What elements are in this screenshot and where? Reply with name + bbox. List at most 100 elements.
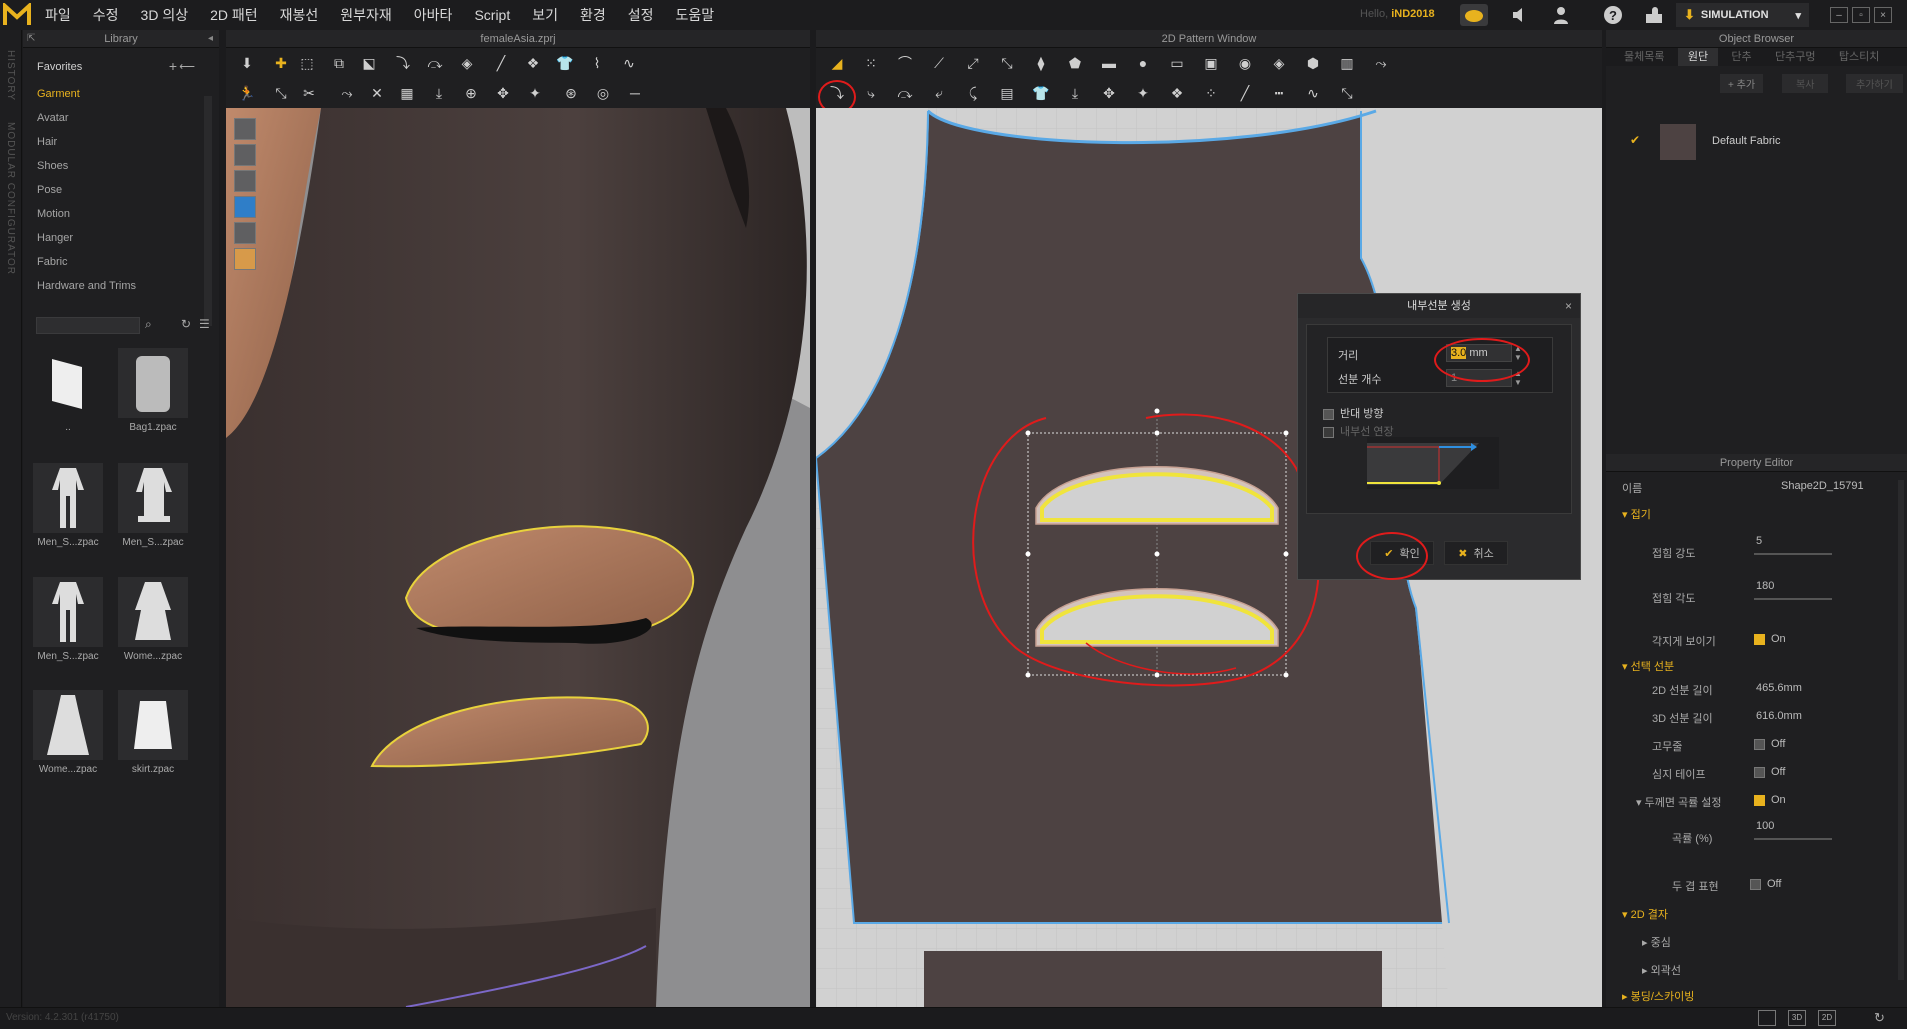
outline-row[interactable]: ▸ 외곽선 — [1606, 962, 1907, 984]
thumbnail-women-2[interactable]: Wome...zpac — [28, 690, 108, 775]
line-tool-icon[interactable]: ╱ — [490, 52, 512, 74]
dart-icon[interactable]: ◈ — [1268, 52, 1290, 74]
tab-buttonhole[interactable]: 단추구멍 — [1765, 48, 1825, 66]
view-front-icon[interactable] — [234, 118, 256, 140]
tape-checkbox[interactable]: Off — [1754, 766, 1785, 778]
edit-sewing-icon[interactable]: ⤼ — [894, 82, 916, 104]
collapse-left-icon[interactable]: ◂ — [208, 33, 213, 44]
app-logo[interactable] — [0, 0, 34, 30]
copy-fabric-button[interactable]: 복사 — [1782, 74, 1829, 93]
trace-icon[interactable]: ⬢ — [1302, 52, 1324, 74]
segment-sew-icon[interactable]: ⤵ — [392, 52, 414, 74]
select-mesh-icon[interactable]: ⬇ — [236, 52, 258, 74]
fabric-list-item[interactable]: ✔ Default Fabric — [1620, 122, 1892, 164]
free-sew-icon[interactable]: ⤼ — [424, 52, 446, 74]
library-item-motion[interactable]: Motion — [23, 202, 203, 226]
menu-sewing[interactable]: 재봉선 — [269, 5, 330, 25]
tab-button[interactable]: 단추 — [1721, 48, 1761, 66]
3d-view-icon[interactable]: 3D — [1788, 1010, 1806, 1026]
edit-curvature-icon[interactable]: ⟋ — [928, 52, 950, 74]
move-tool-icon[interactable]: ✚ — [270, 52, 292, 74]
menu-view[interactable]: 보기 — [521, 5, 569, 25]
close-button[interactable]: × — [1874, 7, 1892, 23]
thumbnail-parent-folder[interactable]: .. — [28, 348, 108, 433]
internal-circle-icon[interactable]: ◉ — [1234, 52, 1256, 74]
library-item-hanger[interactable]: Hanger — [23, 226, 203, 250]
user-icon[interactable] — [1547, 4, 1575, 26]
view-back-icon[interactable] — [234, 144, 256, 166]
circle-button-icon[interactable]: ⊛ — [560, 82, 582, 104]
transform-icon[interactable]: ⧉ — [328, 52, 350, 74]
menu-3d-garment[interactable]: 3D 의상 — [130, 5, 200, 25]
steam-icon[interactable]: ▦ — [396, 82, 418, 104]
library-item-hardware-trims[interactable]: Hardware and Trims — [23, 274, 203, 298]
dashed-line-icon[interactable]: ┅ — [1268, 82, 1290, 104]
wave-line-icon[interactable]: ∿ — [1302, 82, 1324, 104]
split-view-icon[interactable] — [1758, 1010, 1776, 1026]
x-icon[interactable]: ✕ — [366, 82, 388, 104]
menu-materials[interactable]: 원부자재 — [329, 5, 403, 25]
library-item-hair[interactable]: Hair — [23, 130, 203, 154]
reverse-direction-checkbox[interactable]: 반대 방향 — [1323, 405, 1384, 421]
puckering-icon[interactable]: ❖ — [522, 52, 544, 74]
tape-measure-icon[interactable]: ─ — [624, 82, 646, 104]
maximize-button[interactable]: ▫ — [1852, 7, 1870, 23]
topstitch-icon[interactable]: ⁘ — [1200, 82, 1222, 104]
circle-icon[interactable]: ● — [1132, 52, 1154, 74]
graphic-icon[interactable]: ❖ — [1166, 82, 1188, 104]
thumbnail-men-1[interactable]: Men_S...zpac — [28, 463, 108, 548]
internal-polygon-icon[interactable]: ▭ — [1166, 52, 1188, 74]
tack-icon[interactable]: ◈ — [456, 52, 478, 74]
seam-curve-icon[interactable]: ∿ — [618, 52, 640, 74]
zipper-icon[interactable]: ⤓ — [428, 82, 450, 104]
avatar-display-icon[interactable] — [234, 170, 256, 192]
pin-tool-icon[interactable]: ⬕ — [358, 52, 380, 74]
menu-script[interactable]: Script — [463, 7, 521, 23]
2d-view-icon[interactable]: 2D — [1818, 1010, 1836, 1026]
thumbnail-men-3[interactable]: Men_S...zpac — [28, 577, 108, 662]
menu-2d-pattern[interactable]: 2D 패턴 — [199, 5, 269, 25]
thumbnail-men-2[interactable]: Men_S...zpac — [113, 463, 193, 548]
cancel-button[interactable]: ✖ 취소 — [1444, 541, 1508, 565]
section-selected-line[interactable]: ▾ 선택 선분 — [1622, 658, 1674, 674]
fold-strength-slider[interactable] — [1754, 553, 1832, 555]
history-tab[interactable]: HISTORY — [5, 50, 16, 101]
tab-topstitch[interactable]: 탑스티치 — [1829, 48, 1889, 66]
avatar-pose-icon[interactable]: 🏃 — [236, 82, 258, 104]
section-grain[interactable]: ▾ 2D 결자 — [1622, 906, 1668, 922]
fold-angle-slider[interactable] — [1754, 598, 1832, 600]
library-item-shoes[interactable]: Shoes — [23, 154, 203, 178]
double-render-checkbox[interactable]: Off — [1750, 878, 1781, 890]
edit-pattern-icon[interactable]: ◢ — [826, 52, 848, 74]
internal-rect-icon[interactable]: ▣ — [1200, 52, 1222, 74]
library-item-pose[interactable]: Pose — [23, 178, 203, 202]
m-n-sewing-icon[interactable]: ⤶ — [928, 82, 950, 104]
3d-viewport[interactable] — [226, 108, 810, 1007]
buttonhole-icon[interactable]: ✥ — [492, 82, 514, 104]
search-icon[interactable]: ⌕ — [145, 317, 152, 332]
curvature-slider[interactable] — [1754, 838, 1832, 840]
menu-help[interactable]: 도움말 — [665, 5, 726, 25]
modular-configurator-tab[interactable]: MODULAR CONFIGURATOR — [5, 122, 16, 275]
center-row[interactable]: ▸ 중심 — [1606, 934, 1907, 956]
thumbnail-skirt[interactable]: skirt.zpac — [113, 690, 193, 775]
menu-avatar[interactable]: 아바타 — [403, 5, 464, 25]
list-view-icon[interactable]: ☰ — [199, 317, 210, 331]
thumbnail-bag1[interactable]: Bag1.zpac — [113, 348, 193, 433]
fold-pattern-icon[interactable]: ⧫ — [1030, 52, 1052, 74]
garment-display-icon[interactable] — [234, 196, 256, 218]
edit-curve-icon[interactable]: ⌇ — [586, 52, 608, 74]
help-icon[interactable]: ? — [1599, 4, 1627, 26]
library-scrollbar[interactable] — [204, 96, 212, 326]
skin-display-icon[interactable] — [234, 248, 256, 270]
fold-icon[interactable]: ⤳ — [336, 82, 358, 104]
cloud-icon[interactable] — [1460, 4, 1488, 26]
refresh-icon[interactable]: ↻ — [1874, 1010, 1885, 1026]
menu-file[interactable]: 파일 — [34, 5, 82, 25]
shirt-icon[interactable]: 👕 — [554, 52, 576, 74]
measure-icon[interactable]: ◎ — [592, 82, 614, 104]
check-sewing-icon[interactable]: ⤹ — [962, 82, 984, 104]
button-2d-icon[interactable]: ✥ — [1098, 82, 1120, 104]
show-sharp-checkbox[interactable]: On — [1754, 633, 1786, 645]
rubber-checkbox[interactable]: Off — [1754, 738, 1785, 750]
